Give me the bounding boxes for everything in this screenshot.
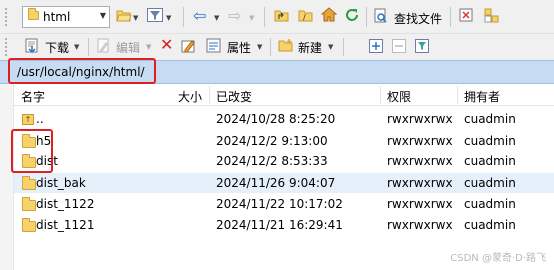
file-permissions: rwxrwxrwx bbox=[387, 176, 453, 190]
refresh-icon[interactable] bbox=[344, 7, 360, 28]
layout-icon[interactable] bbox=[484, 8, 500, 29]
file-permissions: rwxrwxrwx bbox=[387, 197, 453, 211]
file-modified: 2024/12/2 8:53:33 bbox=[216, 154, 328, 168]
folder-icon bbox=[28, 8, 39, 20]
find-files-button[interactable]: 查找文件 bbox=[394, 10, 442, 27]
file-name: .. bbox=[36, 112, 44, 126]
column-header-modified[interactable]: 已改变 bbox=[216, 88, 252, 105]
file-row[interactable]: dist_1122 2024/11/22 10:17:02 rwxrwxrwx … bbox=[14, 194, 554, 214]
file-row-parent[interactable]: ↑ .. 2024/10/28 8:25:20 rwxrwxrwx cuadmi… bbox=[14, 109, 554, 129]
find-files-icon[interactable] bbox=[374, 8, 388, 29]
forward-arrow-icon[interactable]: ⇨ bbox=[228, 8, 241, 24]
folders-highlight bbox=[11, 129, 53, 173]
new-button[interactable]: 新建 bbox=[298, 39, 322, 56]
edit-button[interactable]: 编辑 bbox=[116, 39, 140, 56]
back-dropdown-icon[interactable]: ▼ bbox=[214, 14, 219, 22]
file-list-margin bbox=[0, 84, 14, 270]
properties-icon[interactable] bbox=[206, 38, 222, 59]
folder-icon bbox=[22, 218, 36, 232]
folder-icon bbox=[22, 197, 36, 211]
rename-icon[interactable] bbox=[181, 38, 197, 59]
file-toolbar: 下载 ▼ 编辑 ▼ ✕ 属性 ▼ 新建 ▼ bbox=[0, 34, 554, 60]
file-permissions: rwxrwxrwx bbox=[387, 134, 453, 148]
file-row[interactable]: h5 2024/12/2 9:13:00 rwxrwxrwx cuadmin bbox=[14, 131, 554, 151]
column-header-name[interactable]: 名字 bbox=[21, 88, 45, 105]
new-window-icon[interactable] bbox=[459, 8, 475, 29]
download-button[interactable]: 下载 bbox=[45, 39, 69, 56]
toolbar-grip bbox=[5, 8, 8, 26]
new-folder-icon[interactable] bbox=[278, 38, 294, 58]
parent-directory-icon: ↑ bbox=[22, 114, 34, 125]
column-header-size[interactable]: 大小 bbox=[178, 88, 202, 105]
filter-icon[interactable] bbox=[415, 39, 429, 58]
file-permissions: rwxrwxrwx bbox=[387, 112, 453, 126]
file-owner: cuadmin bbox=[464, 176, 516, 190]
directory-combo[interactable]: html ▼ bbox=[22, 6, 110, 28]
remove-icon[interactable] bbox=[392, 39, 406, 58]
download-dropdown-icon[interactable]: ▼ bbox=[74, 43, 79, 51]
svg-text:/: / bbox=[303, 13, 306, 22]
file-owner: cuadmin bbox=[464, 134, 516, 148]
chevron-down-icon[interactable]: ▼ bbox=[100, 11, 106, 20]
home-icon[interactable] bbox=[320, 7, 338, 27]
open-folder-icon[interactable] bbox=[116, 8, 132, 27]
forward-dropdown-icon[interactable]: ▼ bbox=[249, 14, 254, 22]
root-folder-icon[interactable]: / bbox=[298, 8, 314, 27]
file-modified: 2024/11/21 16:29:41 bbox=[216, 218, 343, 232]
download-icon[interactable] bbox=[24, 38, 40, 59]
watermark: CSDN @蒙奇·D·路飞 bbox=[450, 253, 546, 264]
file-row[interactable]: dist_1121 2024/11/21 16:29:41 rwxrwxrwx … bbox=[14, 215, 554, 235]
file-modified: 2024/11/26 9:04:07 bbox=[216, 176, 336, 190]
file-modified: 2024/12/2 9:13:00 bbox=[216, 134, 328, 148]
file-owner: cuadmin bbox=[464, 154, 516, 168]
file-permissions: rwxrwxrwx bbox=[387, 218, 453, 232]
file-modified: 2024/10/28 8:25:20 bbox=[216, 112, 336, 126]
file-owner: cuadmin bbox=[464, 218, 516, 232]
properties-button[interactable]: 属性 bbox=[227, 39, 251, 56]
file-permissions: rwxrwxrwx bbox=[387, 154, 453, 168]
edit-icon[interactable] bbox=[97, 38, 111, 59]
file-name: dist_1122 bbox=[36, 197, 95, 211]
column-header-permissions[interactable]: 权限 bbox=[387, 88, 411, 105]
file-row[interactable]: dist 2024/12/2 8:53:33 rwxrwxrwx cuadmin bbox=[14, 151, 554, 171]
directory-combo-value: html bbox=[43, 10, 71, 24]
folder-icon bbox=[22, 176, 36, 190]
open-folder-dropdown-icon[interactable]: ▼ bbox=[133, 14, 138, 22]
path-highlight bbox=[8, 58, 156, 84]
edit-dropdown-icon[interactable]: ▼ bbox=[146, 43, 151, 51]
file-owner: cuadmin bbox=[464, 197, 516, 211]
back-arrow-icon[interactable]: ⇦ bbox=[193, 8, 206, 24]
file-modified: 2024/11/22 10:17:02 bbox=[216, 197, 343, 211]
properties-dropdown-icon[interactable]: ▼ bbox=[257, 43, 262, 51]
main-toolbar: html ▼ ▼ ▼ ⇦ ▼ ⇨ ▼ / 查找文件 bbox=[0, 0, 554, 34]
filter-dropdown-icon[interactable]: ▼ bbox=[166, 14, 171, 22]
add-icon[interactable] bbox=[369, 39, 383, 58]
file-name: dist_bak bbox=[36, 176, 86, 190]
parent-folder-icon[interactable] bbox=[274, 8, 290, 27]
file-owner: cuadmin bbox=[464, 112, 516, 126]
file-list-header: 名字 大小 已改变 权限 拥有者 bbox=[14, 84, 554, 106]
file-row-selected[interactable]: dist_bak 2024/11/26 9:04:07 rwxrwxrwx cu… bbox=[14, 173, 554, 193]
filter-icon[interactable] bbox=[147, 8, 163, 27]
column-header-owner[interactable]: 拥有者 bbox=[464, 88, 500, 105]
delete-icon[interactable]: ✕ bbox=[160, 37, 173, 53]
new-dropdown-icon[interactable]: ▼ bbox=[328, 43, 333, 51]
file-name: dist_1121 bbox=[36, 218, 95, 232]
toolbar-grip bbox=[5, 38, 8, 56]
